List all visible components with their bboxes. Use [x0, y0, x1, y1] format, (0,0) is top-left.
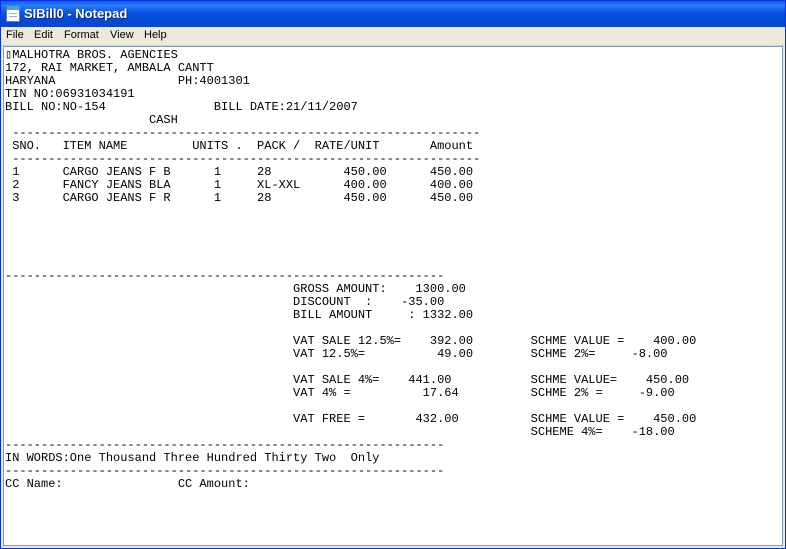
notepad-window: SIBill0 - Notepad File Edit Format View … [0, 0, 786, 549]
notepad-icon[interactable] [6, 5, 20, 22]
window-title: SIBill0 - Notepad [24, 6, 128, 21]
menu-file[interactable]: File [6, 29, 24, 41]
menu-format[interactable]: Format [64, 29, 99, 41]
menu-bar: File Edit Format View Help [1, 27, 785, 46]
title-bar[interactable]: SIBill0 - Notepad [1, 1, 785, 27]
menu-help[interactable]: Help [144, 29, 167, 41]
menu-edit[interactable]: Edit [34, 29, 53, 41]
menu-view[interactable]: View [110, 29, 134, 41]
text-editor[interactable]: ▯MALHOTRA BROS. AGENCIES 172, RAI MARKET… [3, 46, 783, 546]
document-text[interactable]: ▯MALHOTRA BROS. AGENCIES 172, RAI MARKET… [5, 49, 696, 491]
